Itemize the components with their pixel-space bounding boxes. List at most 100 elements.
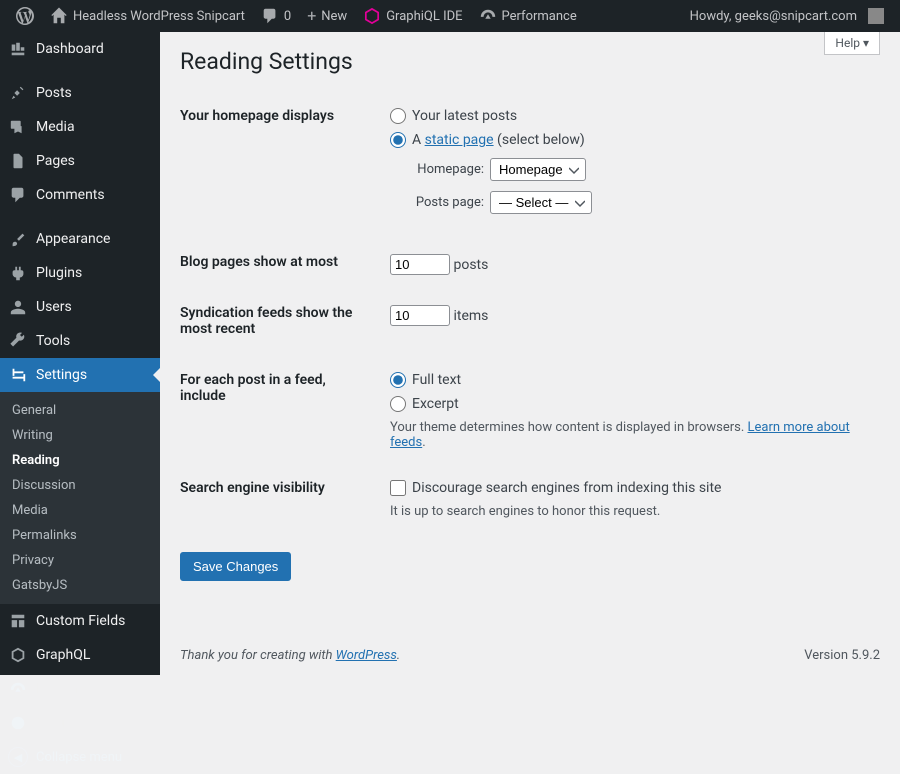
static-page-link[interactable]: static page [425, 132, 494, 148]
avatar [868, 8, 884, 24]
menu-performance[interactable]: Performance [0, 672, 160, 706]
submenu-privacy[interactable]: Privacy [0, 548, 160, 573]
menu-smush[interactable]: Smush [0, 706, 160, 740]
radio-excerpt[interactable] [390, 396, 406, 412]
submenu-gatsbyjs[interactable]: GatsbyJS [0, 573, 160, 598]
menu-label: Dashboard [36, 41, 104, 57]
layout-icon [9, 612, 27, 630]
menu-label: Custom Fields [36, 613, 125, 629]
menu-label: Posts [36, 85, 72, 101]
menu-media[interactable]: Media [0, 110, 160, 144]
graphql-icon [9, 646, 27, 664]
save-button[interactable]: Save Changes [180, 552, 291, 581]
graphql-icon [363, 7, 381, 25]
submenu-media[interactable]: Media [0, 498, 160, 523]
smush-icon [9, 714, 27, 732]
radio-full-text[interactable] [390, 372, 406, 388]
menu-settings[interactable]: Settings [0, 358, 160, 392]
feeds-input[interactable] [390, 305, 450, 326]
wrench-icon [9, 332, 27, 350]
feed-include-label: For each post in a feed, include [180, 357, 380, 465]
home-icon [50, 7, 68, 25]
submenu-general[interactable]: General [0, 398, 160, 423]
graphiql-link[interactable]: GraphiQL IDE [355, 0, 470, 32]
collapse-icon: ◀ [8, 747, 28, 767]
menu-custom-fields[interactable]: Custom Fields [0, 604, 160, 638]
media-icon [9, 118, 27, 136]
brush-icon [9, 230, 27, 248]
page-icon [9, 152, 27, 170]
admin-footer: Thank you for creating with WordPress. V… [160, 636, 900, 675]
homepage-displays-label: Your homepage displays [180, 93, 380, 239]
menu-label: Plugins [36, 265, 82, 281]
menu-dashboard[interactable]: Dashboard [0, 32, 160, 66]
submenu-discussion[interactable]: Discussion [0, 473, 160, 498]
graphiql-label: GraphiQL IDE [386, 9, 462, 24]
homepage-select[interactable]: Homepage [490, 158, 586, 181]
blog-pages-input[interactable] [390, 254, 450, 275]
feed-description: Your theme determines how content is dis… [390, 420, 870, 450]
menu-label: Media [36, 119, 75, 135]
gauge-icon [479, 7, 497, 25]
visibility-checkbox[interactable] [390, 480, 406, 496]
wp-logo[interactable] [8, 0, 42, 32]
menu-graphql[interactable]: GraphQL [0, 638, 160, 672]
menu-pages[interactable]: Pages [0, 144, 160, 178]
submenu-writing[interactable]: Writing [0, 423, 160, 448]
opt-static-page[interactable]: A static page (select below) [390, 132, 870, 148]
menu-tools[interactable]: Tools [0, 324, 160, 358]
content-area: Help ▾ Reading Settings Your homepage di… [160, 32, 900, 675]
menu-posts[interactable]: Posts [0, 76, 160, 110]
help-tab[interactable]: Help ▾ [824, 32, 880, 55]
new-label: New [321, 9, 347, 24]
version-text: Version 5.9.2 [804, 648, 880, 663]
menu-label: Pages [36, 153, 75, 169]
plug-icon [9, 264, 27, 282]
posts-page-select[interactable]: — Select — [490, 191, 592, 214]
new-content-link[interactable]: + New [299, 0, 355, 32]
posts-page-select-label: Posts page: [404, 195, 484, 210]
opt-full-text[interactable]: Full text [390, 372, 870, 388]
admin-menu: Dashboard Posts Media Pages Comments App… [0, 32, 160, 675]
performance-label: Performance [502, 9, 577, 24]
user-icon [9, 298, 27, 316]
visibility-description: It is up to search engines to honor this… [390, 504, 870, 519]
menu-appearance[interactable]: Appearance [0, 222, 160, 256]
howdy-text: Howdy, geeks@snipcart.com [690, 9, 857, 24]
comment-icon [261, 7, 279, 25]
menu-label: Smush [36, 715, 79, 731]
blog-pages-label: Blog pages show at most [180, 239, 380, 290]
menu-label: Performance [36, 681, 117, 697]
account-link[interactable]: Howdy, geeks@snipcart.com [682, 0, 892, 32]
menu-users[interactable]: Users [0, 290, 160, 324]
comments-link[interactable]: 0 [253, 0, 299, 32]
menu-label: GraphQL [36, 647, 90, 663]
feeds-label: Syndication feeds show the most recent [180, 290, 380, 357]
opt-excerpt[interactable]: Excerpt [390, 396, 870, 412]
site-name: Headless WordPress Snipcart [73, 9, 245, 24]
visibility-checkbox-label[interactable]: Discourage search engines from indexing … [390, 480, 870, 496]
sliders-icon [9, 366, 27, 384]
page-title: Reading Settings [180, 48, 880, 75]
menu-label: Settings [36, 367, 87, 383]
menu-comments[interactable]: Comments [0, 178, 160, 212]
wordpress-link[interactable]: WordPress [336, 648, 397, 663]
comments-count: 0 [284, 9, 291, 24]
radio-static-page[interactable] [390, 132, 406, 148]
submenu-permalinks[interactable]: Permalinks [0, 523, 160, 548]
menu-label: Appearance [36, 231, 110, 247]
admin-bar: Headless WordPress Snipcart 0 + New Grap… [0, 0, 900, 32]
submenu-reading[interactable]: Reading [0, 448, 160, 473]
collapse-menu[interactable]: ◀ Collapse menu [0, 740, 160, 774]
radio-latest-posts[interactable] [390, 108, 406, 124]
menu-plugins[interactable]: Plugins [0, 256, 160, 290]
settings-submenu: General Writing Reading Discussion Media… [0, 392, 160, 604]
wordpress-icon [16, 7, 34, 25]
performance-link[interactable]: Performance [471, 0, 585, 32]
collapse-label: Collapse menu [36, 750, 122, 765]
site-name-link[interactable]: Headless WordPress Snipcart [42, 0, 253, 32]
menu-label: Comments [36, 187, 105, 203]
opt-latest-posts[interactable]: Your latest posts [390, 108, 870, 124]
plus-icon: + [307, 8, 316, 24]
menu-label: Tools [36, 333, 70, 349]
